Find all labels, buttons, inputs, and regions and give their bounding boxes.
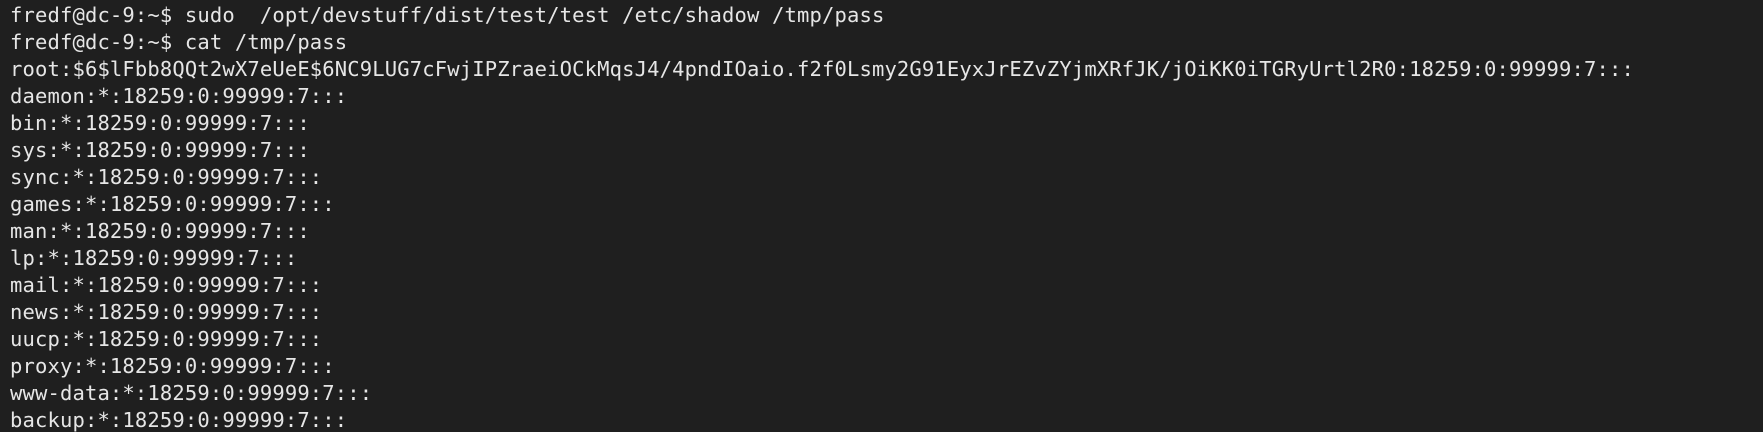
terminal-line-www-data: www-data:*:18259:0:99999:7:::	[10, 381, 373, 405]
terminal-line-man: man:*:18259:0:99999:7:::	[10, 219, 310, 243]
terminal-line-backup: backup:*:18259:0:99999:7:::	[10, 408, 348, 432]
terminal-line-mail: mail:*:18259:0:99999:7:::	[10, 273, 323, 297]
terminal-line-root: root:$6$lFbb8QQt2wX7eUeE$6NC9LUG7cFwjIPZ…	[10, 57, 1634, 81]
terminal-line-daemon: daemon:*:18259:0:99999:7:::	[10, 84, 348, 108]
terminal-line-sync: sync:*:18259:0:99999:7:::	[10, 165, 323, 189]
terminal-line-uucp: uucp:*:18259:0:99999:7:::	[10, 327, 323, 351]
terminal-line-news: news:*:18259:0:99999:7:::	[10, 300, 323, 324]
terminal-line-lp: lp:*:18259:0:99999:7:::	[10, 246, 298, 270]
terminal-line-bin: bin:*:18259:0:99999:7:::	[10, 111, 310, 135]
terminal-window[interactable]: fredf@dc-9:~$ sudo /opt/devstuff/dist/te…	[0, 0, 1763, 432]
terminal-line-proxy: proxy:*:18259:0:99999:7:::	[10, 354, 335, 378]
terminal-line-games: games:*:18259:0:99999:7:::	[10, 192, 335, 216]
terminal-output: fredf@dc-9:~$ sudo /opt/devstuff/dist/te…	[10, 2, 1755, 432]
terminal-line-sys: sys:*:18259:0:99999:7:::	[10, 138, 310, 162]
terminal-line-sudo-command: fredf@dc-9:~$ sudo /opt/devstuff/dist/te…	[10, 3, 885, 27]
terminal-line-cat-command: fredf@dc-9:~$ cat /tmp/pass	[10, 30, 348, 54]
